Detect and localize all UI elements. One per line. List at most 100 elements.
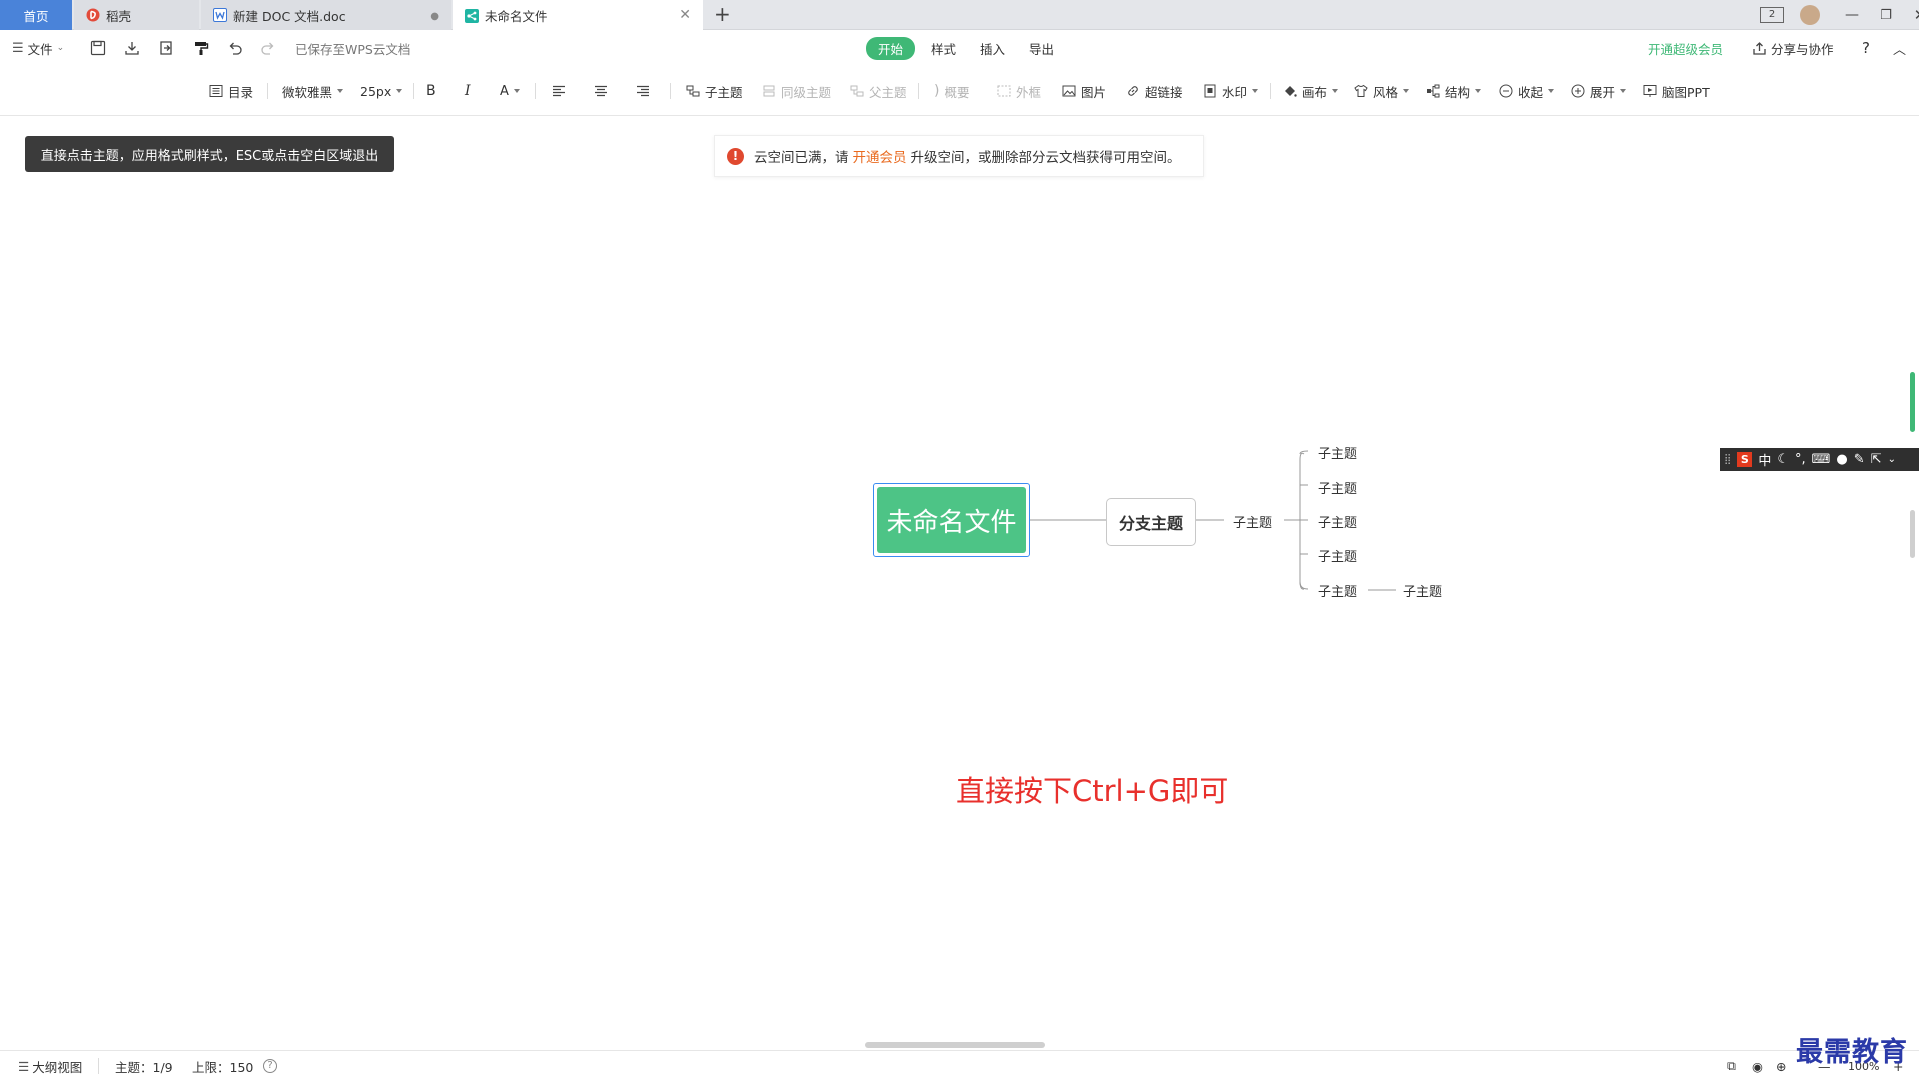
tab-daoke[interactable]: 稻壳: [74, 0, 199, 30]
root-topic-node[interactable]: 未命名文件: [873, 483, 1030, 557]
list-icon: ☰: [18, 1058, 30, 1074]
collapse-button[interactable]: 收起: [1499, 66, 1555, 116]
caret-down-icon: [396, 89, 403, 93]
parent-topic-label: 父主题: [869, 84, 907, 100]
open-membership-link[interactable]: 开通会员: [853, 146, 907, 166]
style-button[interactable]: 风格: [1354, 66, 1410, 116]
level3-subtopic[interactable]: 子主题: [1318, 546, 1357, 565]
level3-subtopic[interactable]: 子主题: [1318, 512, 1357, 531]
sibling-topic-label: 同级主题: [781, 84, 832, 100]
error-icon: !: [727, 147, 744, 165]
hamburger-icon: ☰: [12, 40, 24, 56]
ribbon-tab-start[interactable]: 开始: [866, 36, 916, 60]
font-color-button[interactable]: A: [500, 66, 520, 116]
new-tab-button[interactable]: +: [714, 3, 731, 25]
notice-prefix: 云空间已满，请: [754, 150, 849, 166]
tab-mindmap-label: 未命名文件: [485, 9, 548, 24]
vertical-scrollbar[interactable]: [1910, 510, 1915, 558]
branch-topic-node[interactable]: 分支主题: [1106, 498, 1196, 546]
parent-topic-button[interactable]: 父主题: [850, 66, 907, 116]
undo-button[interactable]: [227, 31, 243, 65]
vertical-scrollbar-accent[interactable]: [1910, 372, 1915, 432]
level4-subtopic[interactable]: 子主题: [1403, 581, 1442, 600]
expand-button[interactable]: 展开: [1571, 66, 1627, 116]
sogou-logo-icon: S: [1737, 452, 1753, 467]
punctuation-icon[interactable]: °,: [1795, 452, 1806, 467]
sibling-topic-button[interactable]: 同级主题: [762, 66, 831, 116]
divider: [535, 83, 536, 99]
parent-topic-icon: [850, 85, 864, 97]
outline-view-button[interactable]: ☰ 大纲视图: [18, 1051, 82, 1080]
popout-icon[interactable]: ⇱: [1871, 452, 1882, 467]
bold-button[interactable]: B: [426, 66, 436, 116]
instruction-annotation: 直接按下Ctrl+G即可: [956, 774, 1229, 808]
format-painter-button[interactable]: [193, 31, 209, 65]
font-family-select[interactable]: 微软雅黑: [282, 66, 344, 116]
close-window-icon[interactable]: ✕: [1910, 6, 1919, 24]
ribbon-tab-export[interactable]: 导出: [1017, 37, 1066, 60]
user-icon[interactable]: ●: [1836, 452, 1847, 467]
tab-mindmap[interactable]: 未命名文件 ✕: [453, 0, 703, 31]
tab-home[interactable]: 首页: [0, 0, 72, 30]
horizontal-scrollbar[interactable]: [865, 1042, 1045, 1048]
wrench-icon[interactable]: ✎: [1854, 452, 1865, 467]
view-toggle-button[interactable]: ◉: [1752, 1051, 1763, 1080]
divider: [413, 83, 414, 99]
limit-help-icon[interactable]: ?: [263, 1051, 277, 1080]
child-topic-button[interactable]: 子主题: [686, 66, 743, 116]
ime-mode-toggle[interactable]: 中: [1758, 450, 1771, 469]
image-button[interactable]: 图片: [1062, 66, 1106, 116]
frame-button[interactable]: 外框: [997, 66, 1041, 116]
canvas-button[interactable]: 画布: [1283, 66, 1339, 116]
ribbon-tab-style[interactable]: 样式: [919, 37, 968, 60]
font-family-value: 微软雅黑: [282, 84, 333, 100]
caret-down-icon: [1332, 89, 1339, 93]
mind-ppt-button[interactable]: 脑图PPT: [1643, 66, 1710, 116]
share-button[interactable]: 分享与协作: [1752, 31, 1834, 65]
multi-window-icon[interactable]: 2: [1760, 7, 1784, 23]
structure-icon: [1427, 84, 1440, 98]
help-button[interactable]: ?: [1862, 31, 1870, 65]
structure-button[interactable]: 结构: [1426, 66, 1482, 116]
vip-link[interactable]: 开通超级会员: [1648, 31, 1723, 65]
save-button[interactable]: [90, 31, 106, 65]
level3-subtopic[interactable]: 子主题: [1318, 443, 1357, 462]
ime-toolbar[interactable]: ⣿ S 中 ☾ °, ⌨ ● ✎ ⇱ ⌄: [1720, 448, 1919, 471]
collapse-ribbon-icon[interactable]: ︿: [1893, 31, 1906, 65]
summary-brace-icon: ): [934, 83, 940, 99]
tab-doc[interactable]: 新建 DOC 文档.doc ●: [201, 0, 451, 30]
download-button[interactable]: [124, 31, 140, 65]
ime-menu-icon[interactable]: ⌄: [1888, 454, 1896, 465]
align-left-button[interactable]: [552, 66, 566, 116]
tab-doc-close-icon[interactable]: ●: [430, 10, 439, 24]
user-avatar[interactable]: [1800, 5, 1820, 25]
export-button[interactable]: [158, 31, 174, 65]
align-right-button[interactable]: [636, 66, 650, 116]
fit-screen-button[interactable]: ⧉: [1727, 1051, 1736, 1080]
outline-button[interactable]: 目录: [209, 66, 253, 116]
align-center-button[interactable]: [594, 66, 608, 116]
structure-label: 结构: [1445, 84, 1471, 100]
font-size-value: 25px: [360, 83, 392, 99]
keyboard-icon[interactable]: ⌨: [1812, 452, 1831, 467]
level2-subtopic[interactable]: 子主题: [1233, 512, 1272, 531]
watermark-logo-text: 最需教育: [1796, 1037, 1908, 1068]
level3-subtopic[interactable]: 子主题: [1318, 581, 1357, 600]
ime-grip-icon[interactable]: ⣿: [1724, 454, 1731, 465]
summary-button[interactable]: ) 概要: [934, 66, 969, 116]
moon-icon[interactable]: ☾: [1777, 452, 1789, 467]
level3-subtopic[interactable]: 子主题: [1318, 478, 1357, 497]
redo-button[interactable]: [260, 31, 276, 65]
tab-mindmap-close-icon[interactable]: ✕: [679, 8, 691, 22]
restore-icon[interactable]: ❐: [1876, 8, 1896, 23]
ribbon-tab-insert[interactable]: 插入: [968, 37, 1017, 60]
file-menu[interactable]: ☰ 文件 ⌄: [12, 31, 64, 65]
minus-circle-icon: [1499, 84, 1513, 98]
share-icon: [1753, 41, 1766, 55]
font-size-select[interactable]: 25px: [360, 66, 403, 116]
hyperlink-button[interactable]: 超链接: [1126, 66, 1183, 116]
locate-button[interactable]: ⊕: [1776, 1051, 1786, 1080]
watermark-button[interactable]: 水印: [1203, 66, 1259, 116]
italic-button[interactable]: I: [465, 66, 471, 116]
minimize-icon[interactable]: —: [1842, 7, 1862, 23]
